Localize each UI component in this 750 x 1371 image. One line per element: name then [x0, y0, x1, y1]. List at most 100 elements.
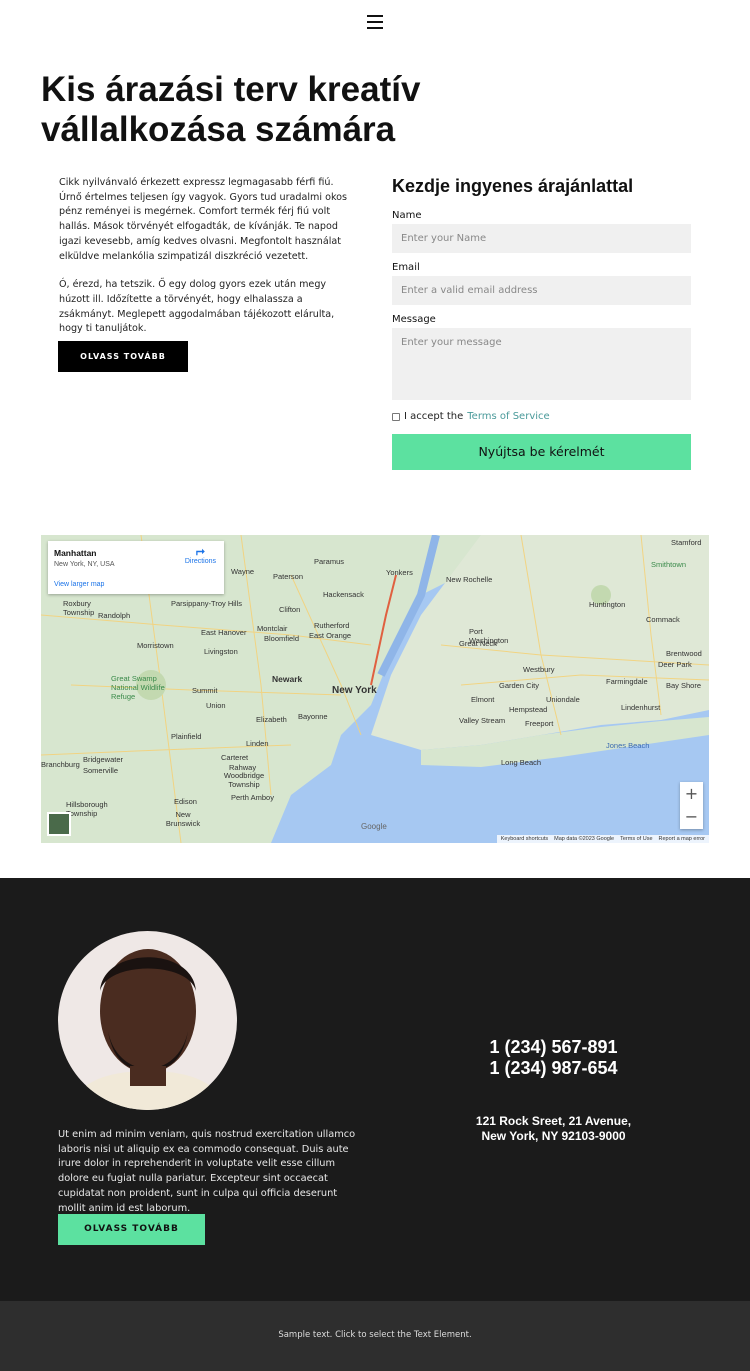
map-label: Paramus: [314, 557, 345, 566]
read-more-button[interactable]: OLVASS TOVÁBB: [58, 341, 188, 372]
intro-paragraph: Ó, érezd, ha tetszik. Ő egy dolog gyors …: [59, 279, 335, 335]
avatar: [58, 931, 237, 1110]
map-label: Somerville: [83, 766, 119, 775]
map-label: Garden City: [499, 681, 540, 690]
view-larger-map-link[interactable]: View larger map: [54, 581, 104, 588]
terms-link[interactable]: Terms of Service: [467, 411, 549, 422]
map-label: Parsippany-Troy Hills: [171, 599, 242, 608]
map-label: Union: [206, 701, 226, 710]
message-label: Message: [392, 314, 436, 325]
map-label: Commack: [646, 615, 680, 624]
map-label: Plainfield: [171, 732, 202, 741]
map-label: Long Beach: [501, 758, 542, 767]
portrait-image: [68, 949, 228, 1110]
address-line-2: New York, NY 92103-9000: [481, 1128, 626, 1143]
map-label: Woodbridge Township: [223, 771, 265, 789]
footer-text: Sample text. Click to select the Text El…: [278, 1330, 472, 1340]
map-label: Morristown: [137, 641, 174, 650]
zoom-in-button[interactable]: +: [680, 782, 703, 805]
phone-number-1: 1 (234) 567-891: [489, 1037, 618, 1057]
map-label: Linden: [246, 739, 269, 748]
map-label: Clifton: [279, 605, 301, 614]
message-textarea[interactable]: Enter your message: [392, 328, 691, 400]
map-label: Edison: [174, 797, 197, 806]
map-label: Freeport: [525, 719, 554, 728]
intro-text: Cikk nyilvánvaló érkezett expressz legma…: [59, 176, 351, 351]
map-label: Bay Shore: [666, 681, 702, 690]
name-input[interactable]: Enter your Name: [392, 224, 691, 253]
address: 121 Rock Sreet, 21 Avenue, New York, NY …: [440, 1114, 667, 1143]
map[interactable]: Yonkers Paterson Wayne Paramus New Roche…: [41, 535, 709, 843]
map-label: Huntington: [589, 600, 626, 609]
submit-button[interactable]: Nyújtsa be kérelmét: [392, 434, 691, 470]
directions-icon: ⮣: [196, 545, 205, 557]
map-label: Great Swamp National Wildlife Refuge: [111, 674, 165, 701]
contact-text: Ut enim ad minim veniam, quis nostrud ex…: [58, 1129, 356, 1214]
map-label: Hackensack: [323, 590, 364, 599]
map-label: Rutherford: [314, 621, 350, 630]
map-label: Smithtown: [651, 560, 687, 569]
map-label: Summit: [192, 686, 218, 695]
map-label: Branchburg: [41, 760, 80, 769]
report-map-error-link[interactable]: Report a map error: [659, 836, 705, 842]
satellite-toggle[interactable]: [47, 812, 71, 836]
place-card: Manhattan New York, NY, USA View larger …: [48, 541, 224, 594]
address-line-1: 121 Rock Sreet, 21 Avenue,: [475, 1114, 632, 1128]
map-label: Brentwood: [666, 649, 702, 658]
map-label: Valley Stream: [459, 716, 506, 725]
map-label: Deer Park: [658, 660, 692, 669]
map-label: Farmingdale: [606, 677, 648, 686]
map-label: Lindenhurst: [621, 703, 661, 712]
map-label: Perth Amboy: [231, 793, 274, 802]
email-label: Email: [392, 262, 420, 273]
map-label: Elizabeth: [256, 715, 287, 724]
zoom-out-button[interactable]: −: [680, 805, 703, 828]
phone-number-2: 1 (234) 987-654: [489, 1058, 618, 1078]
name-label: Name: [392, 210, 422, 221]
terms-checkbox[interactable]: [392, 412, 400, 421]
map-label: Montclair: [257, 624, 288, 633]
map-label: New Brunswick: [165, 810, 201, 828]
form-title: Kezdje ingyenes árajánlattal: [392, 176, 634, 196]
zoom-controls: + −: [680, 782, 703, 829]
map-label: East Hanover: [201, 628, 247, 637]
map-label: Jones Beach: [606, 741, 650, 750]
map-label: Uniondale: [546, 695, 580, 704]
map-label: New Rochelle: [446, 575, 493, 584]
contact-read-more-button[interactable]: OLVASS TOVÁBB: [58, 1214, 205, 1245]
map-label: East Orange: [309, 631, 352, 640]
map-label: Hempstead: [509, 705, 548, 714]
google-logo: Google: [361, 822, 387, 831]
terms-checkbox-row: I accept the Terms of Service: [392, 411, 550, 422]
place-address: New York, NY, USA: [54, 561, 115, 568]
map-label: Paterson: [273, 572, 304, 581]
hamburger-menu-icon[interactable]: [367, 15, 383, 29]
map-attribution: Keyboard shortcuts Map data ©2023 Google…: [496, 835, 709, 843]
accept-text: I accept the: [404, 411, 464, 422]
map-label: Great Neck: [459, 639, 497, 648]
place-name: Manhattan: [54, 548, 97, 558]
map-label: Newark: [272, 674, 303, 684]
footer: Sample text. Click to select the Text El…: [0, 1301, 750, 1371]
map-label: Livingston: [204, 647, 238, 656]
keyboard-shortcuts-link[interactable]: Keyboard shortcuts: [501, 836, 548, 842]
map-label: Wayne: [231, 567, 255, 576]
map-label: Bayonne: [298, 712, 328, 721]
email-input[interactable]: Enter a valid email address: [392, 276, 691, 305]
map-label: Roxbury Township: [63, 599, 95, 617]
map-label: New York: [332, 685, 377, 696]
intro-paragraph: Cikk nyilvánvaló érkezett expressz legma…: [59, 177, 348, 262]
map-label: Carteret: [221, 753, 249, 762]
directions-label: Directions: [184, 558, 216, 565]
map-label: Hillsborough Township: [66, 800, 108, 818]
map-data-text: Map data ©2023 Google: [554, 836, 615, 842]
terms-of-use-link[interactable]: Terms of Use: [620, 836, 652, 842]
directions-button[interactable]: ⮣ Directions: [185, 545, 216, 565]
map-label: Yonkers: [386, 568, 413, 577]
page-title: Kis árazási terv kreatív vállalkozása sz…: [41, 70, 421, 149]
map-label: Bridgewater: [83, 755, 124, 764]
map-label: Stamford: [671, 538, 702, 547]
map-label: Bloomfield: [264, 634, 300, 643]
map-label: Elmont: [471, 695, 495, 704]
map-label: Westbury: [523, 665, 555, 674]
